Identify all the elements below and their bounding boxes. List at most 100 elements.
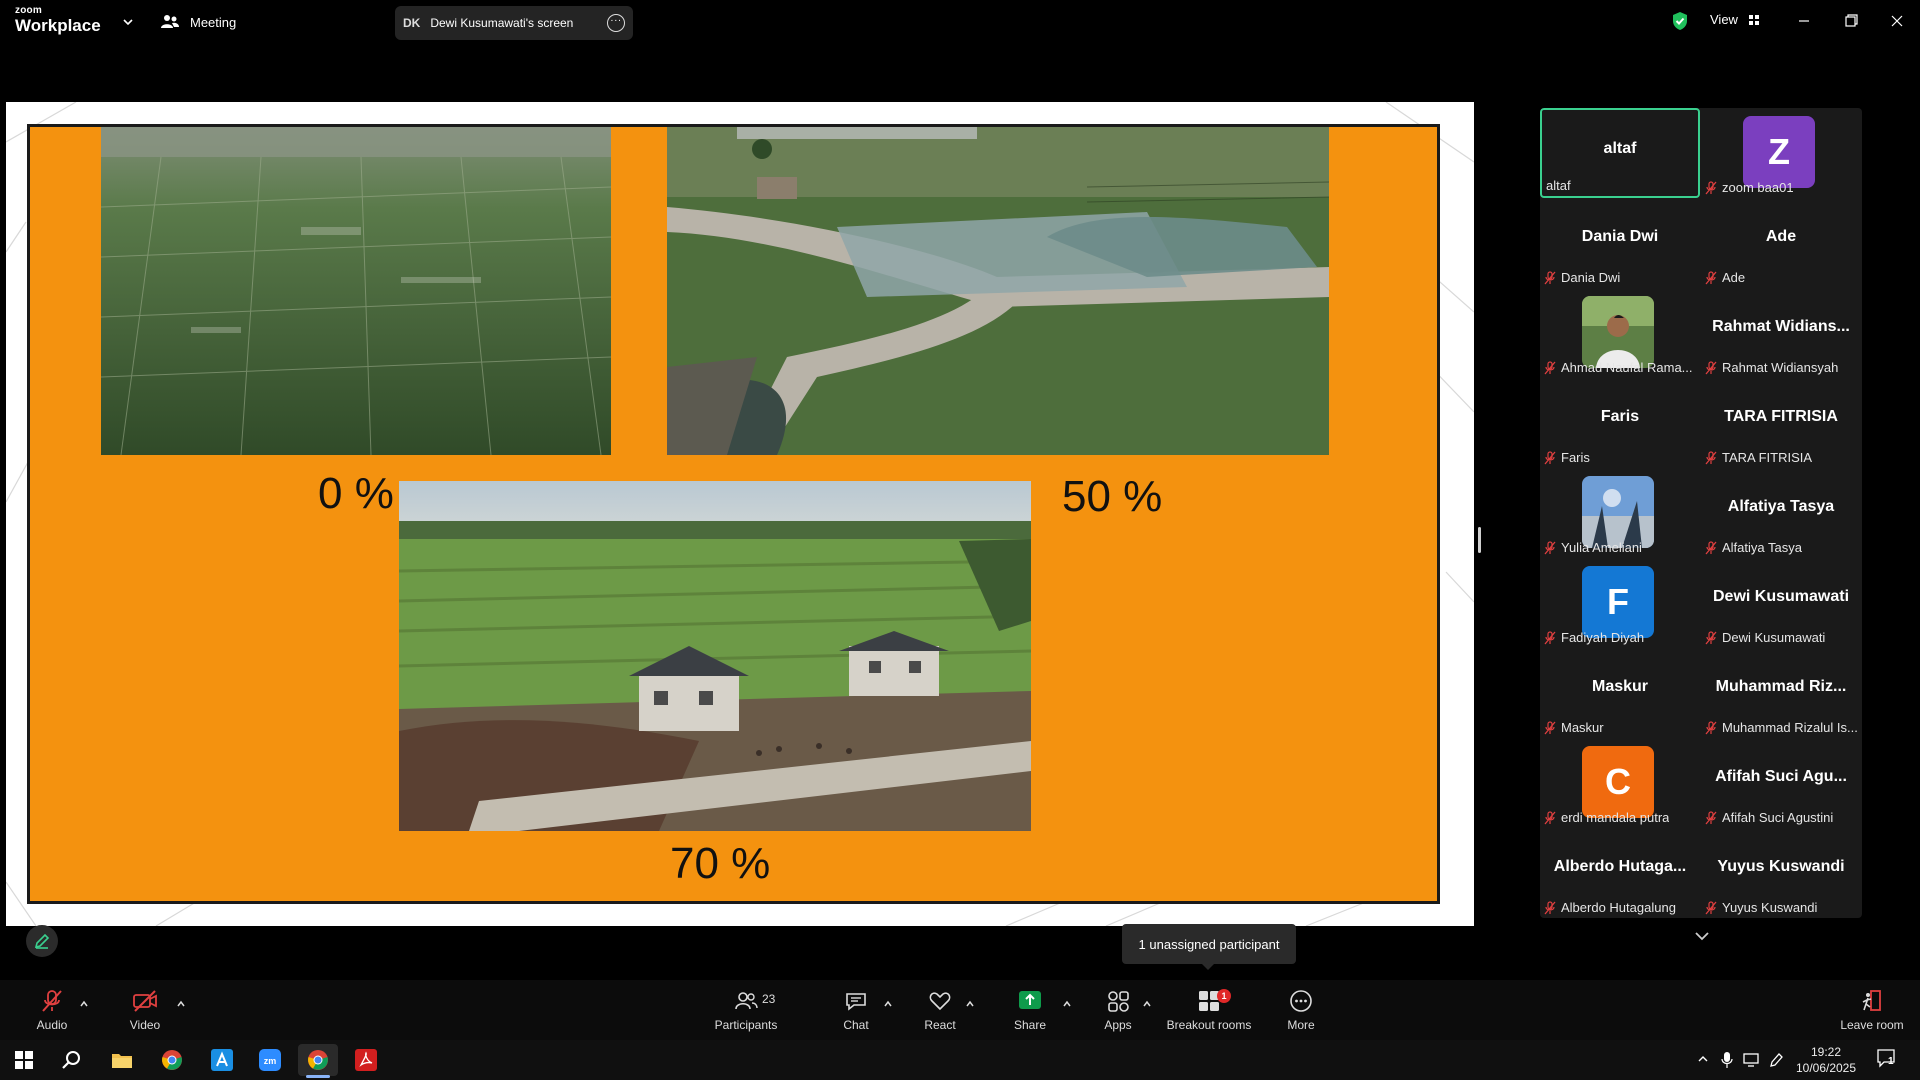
chevron-up-icon[interactable] [175,998,187,1010]
participant-label-text: Muhammad Rizalul Is... [1722,720,1858,735]
grid-view-icon [1748,14,1759,25]
participant-tile[interactable]: Yuyus Kuswandi Yuyus Kuswandi [1701,828,1861,918]
tray-chevron-up-icon[interactable] [1697,1054,1709,1064]
zoom-workplace-logo[interactable]: zoom Workplace [15,5,101,35]
chrome-active-button[interactable] [298,1044,338,1078]
chevron-up-icon[interactable] [78,998,90,1010]
clock-time: 19:22 [1810,1045,1842,1059]
notification-center-button[interactable]: 1 [1876,1048,1902,1072]
acrobat-button[interactable] [346,1044,386,1076]
participant-tile[interactable]: Afifah Suci Agu... Afifah Suci Agustini [1701,738,1861,828]
app-a-button[interactable] [202,1044,242,1076]
participant-label: Muhammad Rizalul Is... [1705,720,1858,735]
restore-icon[interactable] [1838,8,1864,34]
leave-label: Leave room [1840,1018,1904,1032]
participant-tile[interactable]: Ade Ade [1701,198,1861,288]
search-button[interactable] [52,1044,92,1076]
title-bar: zoom Workplace Meeting DK Dewi Kusumawat… [0,0,1920,44]
label-70-percent: 70 % [670,839,771,888]
label-50-percent: 50 % [1062,472,1163,521]
mic-muted-icon [1705,900,1717,914]
meeting-menu-button[interactable]: Meeting [160,10,236,34]
zoom-taskbar-button[interactable]: zm [250,1044,290,1076]
more-button[interactable]: More [1261,988,1341,1036]
view-button[interactable]: View [1710,12,1760,27]
share-button[interactable]: Share [990,988,1070,1036]
participant-label-text: Yuyus Kuswandi [1722,900,1818,915]
security-shield-icon[interactable] [1671,11,1689,31]
chevron-up-icon[interactable] [1061,998,1073,1010]
participant-name: TARA FITRISIA [1724,408,1838,425]
video-off-icon [133,990,157,1012]
chevron-down-icon[interactable] [121,15,135,29]
react-button[interactable]: React [900,988,980,1036]
gallery-scroll-down-icon[interactable] [1690,926,1714,946]
pdf-icon [355,1049,377,1071]
breakout-rooms-button[interactable]: Breakout rooms [1163,988,1255,1036]
shared-screen-chip[interactable]: DK Dewi Kusumawati's screen ··· [395,6,633,40]
screen-initials: DK [403,16,421,30]
mic-muted-icon [1705,720,1717,734]
start-button[interactable] [4,1044,44,1076]
participant-tile[interactable]: Rahmat Widians... Rahmat Widiansyah [1701,288,1861,378]
participant-label: erdi mandala putra [1544,810,1669,825]
participant-tile[interactable]: Yulia Ameliani [1540,468,1700,558]
participant-tile[interactable]: Dania Dwi Dania Dwi [1540,198,1700,288]
panel-resize-handle[interactable] [1478,527,1481,553]
app-a-icon [211,1049,233,1071]
participant-tile[interactable]: TARA FITRISIA TARA FITRISIA [1701,378,1861,468]
minimize-icon[interactable] [1791,8,1817,34]
chevron-up-icon[interactable] [882,998,894,1010]
participant-label-text: Dewi Kusumawati [1722,630,1826,645]
apps-icon [1108,991,1129,1012]
participant-tile[interactable]: F Fadiyah Diyah [1540,558,1700,648]
participant-tile[interactable]: Zzoom baa01 [1701,108,1861,198]
participant-tile[interactable]: Alfatiya Tasya Alfatiya Tasya [1701,468,1861,558]
participant-label: zoom baa01 [1705,180,1794,195]
participant-tile[interactable]: Cerdi mandala putra [1540,738,1700,828]
participant-label: Dania Dwi [1544,270,1620,285]
chat-button[interactable]: Chat [816,988,896,1036]
audio-button[interactable]: Audio [12,988,92,1036]
system-clock[interactable]: 19:22 10/06/2025 [1786,1044,1866,1076]
participants-icon [161,15,179,28]
participant-tile[interactable]: altaf altaf [1540,108,1700,198]
participant-tile[interactable]: Muhammad Riz... Muhammad Rizalul Is... [1701,648,1861,738]
participants-label: Participants [714,1018,778,1032]
participant-tile[interactable]: Dewi Kusumawati Dewi Kusumawati [1701,558,1861,648]
heart-icon [929,992,951,1011]
participant-tile[interactable]: Ahmad Naufal Rama... [1540,288,1700,378]
mic-muted-icon [1544,540,1556,554]
more-options-icon[interactable]: ··· [607,14,625,32]
participants-icon [735,992,758,1010]
apps-label: Apps [1104,1018,1132,1032]
participant-tile[interactable]: Faris Faris [1540,378,1700,468]
participant-tile[interactable]: Maskur Maskur [1540,648,1700,738]
participant-tile[interactable]: Alberdo Hutaga... Alberdo Hutagalung [1540,828,1700,918]
leave-room-button[interactable]: Leave room [1832,988,1912,1036]
brand-small: zoom [15,5,42,16]
windows-logo-icon [15,1051,33,1069]
participant-label-text: Faris [1561,450,1590,465]
chevron-up-icon[interactable] [964,998,976,1010]
breakout-tooltip: 1 unassigned participant [1122,924,1296,970]
participant-label: Maskur [1544,720,1604,735]
annotate-button[interactable] [26,925,58,957]
pen-tray-icon[interactable] [1768,1051,1784,1069]
audio-label: Audio [36,1018,68,1032]
shared-screen: 0 % 50 % 70 % [6,102,1474,926]
mic-muted-icon [1705,360,1717,374]
meeting-toolbar: Audio Video Participants 23 Chat React S… [0,980,1920,1040]
close-icon[interactable] [1884,8,1910,34]
avatar-letter: C [1582,746,1654,818]
network-icon[interactable] [1743,1052,1761,1068]
video-button[interactable]: Video [105,988,185,1036]
apps-button[interactable]: Apps [1078,988,1158,1036]
file-explorer-button[interactable] [102,1044,142,1076]
chevron-up-icon[interactable] [1141,998,1153,1010]
avatar-photo [1582,296,1654,368]
tray-mic-icon[interactable] [1721,1051,1733,1069]
participant-name: Alfatiya Tasya [1727,498,1835,515]
chrome-button[interactable] [152,1044,192,1076]
mic-muted-icon [1544,900,1556,914]
